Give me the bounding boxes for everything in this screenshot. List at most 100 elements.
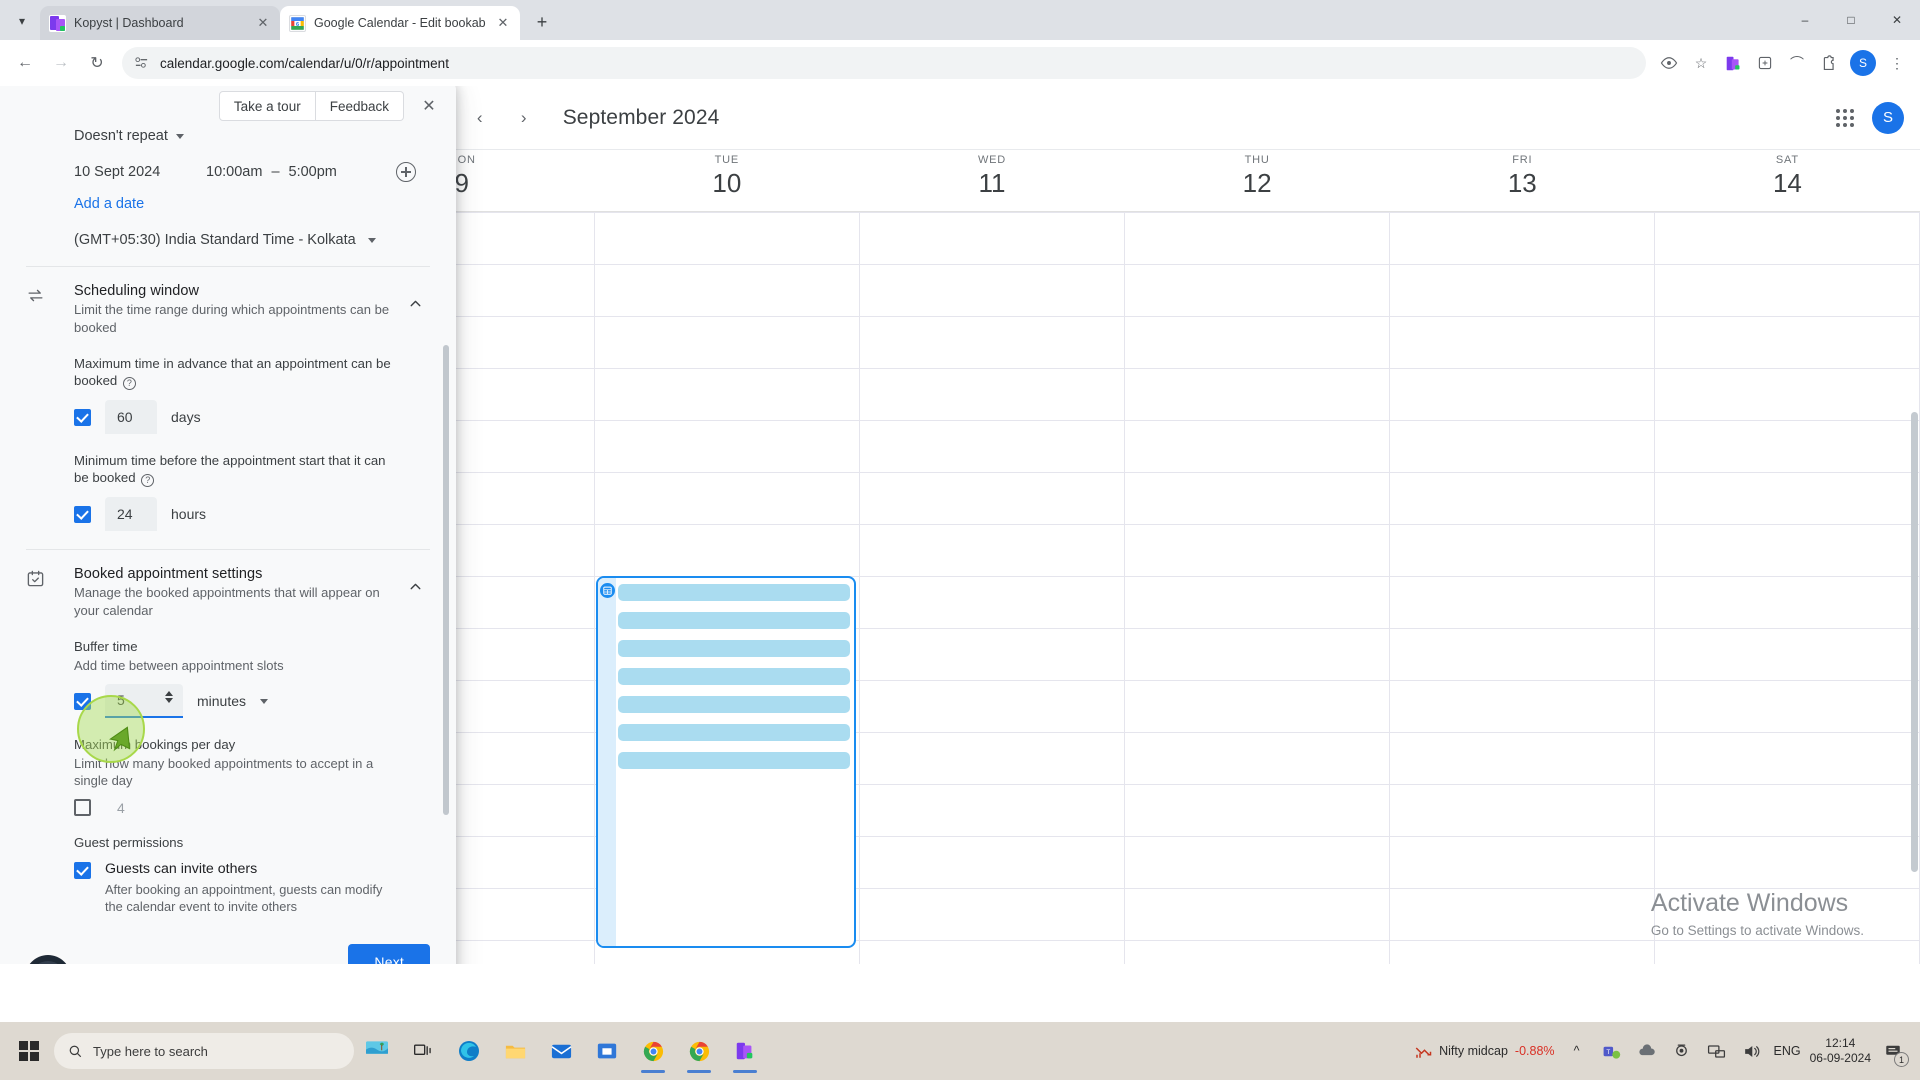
stepper-arrows-icon[interactable] <box>165 691 173 703</box>
dialog-scrollbar[interactable] <box>443 345 449 815</box>
calendar-cell[interactable] <box>1655 629 1920 680</box>
taskbar-file-explorer-icon[interactable] <box>492 1028 538 1074</box>
max-advance-input[interactable]: 60 <box>105 400 157 434</box>
calendar-cell[interactable] <box>860 213 1125 264</box>
add-a-date-link[interactable]: Add a date <box>74 196 430 212</box>
help-icon[interactable]: ? <box>141 474 155 487</box>
task-view-icon[interactable] <box>400 1028 446 1074</box>
max-advance-checkbox[interactable] <box>74 408 91 426</box>
extension-secondary-icon[interactable] <box>1750 48 1780 78</box>
network-icon[interactable] <box>1704 1038 1730 1064</box>
teams-icon[interactable]: T <box>1599 1038 1625 1064</box>
address-bar[interactable]: calendar.google.com/calendar/u/0/r/appoi… <box>122 47 1646 79</box>
recurrence-selector[interactable]: Doesn't repeat <box>74 130 430 146</box>
appointment-date[interactable]: 10 Sept 2024 <box>74 164 206 180</box>
calendar-cell[interactable] <box>860 473 1125 524</box>
calendar-cell[interactable] <box>1655 837 1920 888</box>
appointment-slot[interactable] <box>618 724 851 741</box>
start-time[interactable]: 10:00am <box>206 164 262 180</box>
day-header-thu[interactable]: THU 12 <box>1125 150 1390 211</box>
calendar-cell[interactable] <box>860 265 1125 316</box>
calendar-cell[interactable] <box>1125 473 1390 524</box>
taskbar-mail-icon[interactable] <box>538 1028 584 1074</box>
calendar-cell[interactable] <box>1125 317 1390 368</box>
next-button[interactable]: Next <box>348 944 430 964</box>
calendar-cell[interactable] <box>1655 265 1920 316</box>
feedback-button[interactable]: Feedback <box>315 91 404 121</box>
extensions-puzzle-icon[interactable] <box>1814 48 1844 78</box>
calendar-cell[interactable] <box>1390 265 1655 316</box>
take-a-tour-button[interactable]: Take a tour <box>218 91 316 121</box>
tab-close-icon[interactable]: ✕ <box>495 15 511 31</box>
webcam-icon[interactable] <box>1669 1038 1695 1064</box>
calendar-cell[interactable] <box>1390 369 1655 420</box>
max-bookings-checkbox[interactable] <box>74 799 91 816</box>
next-period-icon[interactable]: › <box>507 101 541 135</box>
taskbar-chrome-second-icon[interactable] <box>676 1028 722 1074</box>
calendar-cell[interactable] <box>595 265 860 316</box>
calendar-cell[interactable] <box>860 369 1125 420</box>
calendar-cell[interactable] <box>1390 733 1655 784</box>
appointment-slot[interactable] <box>618 640 851 657</box>
calendar-cell[interactable] <box>1125 369 1390 420</box>
calendar-cell[interactable] <box>1390 941 1655 964</box>
appointment-schedule-block[interactable] <box>596 576 857 948</box>
calendar-cell[interactable] <box>1655 733 1920 784</box>
calendar-cell[interactable] <box>860 525 1125 576</box>
calendar-cell[interactable] <box>860 785 1125 836</box>
taskbar-chrome-icon[interactable] <box>630 1028 676 1074</box>
chrome-menu-icon[interactable]: ⋮ <box>1882 48 1912 78</box>
calendar-cell[interactable] <box>860 421 1125 472</box>
calendar-cell[interactable] <box>1390 629 1655 680</box>
day-number[interactable]: 13 <box>1390 167 1655 199</box>
history-arc-icon[interactable]: ⌒ <box>1782 48 1812 78</box>
close-dialog-icon[interactable]: ✕ <box>416 93 442 119</box>
calendar-cell[interactable] <box>595 421 860 472</box>
taskbar-edge-icon[interactable] <box>446 1028 492 1074</box>
maximize-button[interactable]: □ <box>1828 0 1874 40</box>
calendar-cell[interactable] <box>1125 733 1390 784</box>
tab-kopyst-dashboard[interactable]: Kopyst | Dashboard ✕ <box>40 6 280 40</box>
end-time[interactable]: 5:00pm <box>289 164 337 180</box>
calendar-cell[interactable] <box>1125 525 1390 576</box>
min-notice-input[interactable]: 24 <box>105 497 157 531</box>
appointment-slot[interactable] <box>618 668 851 685</box>
collapse-booked-settings-icon[interactable] <box>400 566 430 915</box>
calendar-cell[interactable] <box>1655 681 1920 732</box>
calendar-cell[interactable] <box>1390 837 1655 888</box>
day-number[interactable]: 11 <box>859 167 1124 199</box>
onedrive-cloud-icon[interactable] <box>1634 1038 1660 1064</box>
taskbar-kopyst-icon[interactable] <box>722 1028 768 1074</box>
calendar-cell[interactable] <box>1655 213 1920 264</box>
tab-search-chevron-icon[interactable]: ▾ <box>8 7 36 35</box>
close-window-button[interactable]: ✕ <box>1874 0 1920 40</box>
calendar-cell[interactable] <box>1655 785 1920 836</box>
calendar-cell[interactable] <box>860 317 1125 368</box>
calendar-cell[interactable] <box>1390 473 1655 524</box>
calendar-cell[interactable] <box>1125 629 1390 680</box>
calendar-cell[interactable] <box>1655 421 1920 472</box>
google-apps-icon[interactable] <box>1832 105 1858 131</box>
add-time-icon[interactable] <box>396 162 416 182</box>
calendar-cell[interactable] <box>860 837 1125 888</box>
account-avatar[interactable]: S <box>1872 101 1904 134</box>
view-site-information-icon[interactable] <box>1654 48 1684 78</box>
calendar-cell[interactable] <box>595 317 860 368</box>
calendar-cell[interactable] <box>1390 681 1655 732</box>
tab-google-calendar[interactable]: 6 Google Calendar - Edit bookab ✕ <box>280 6 520 40</box>
chevron-down-icon[interactable] <box>260 698 269 704</box>
collapse-scheduling-window-icon[interactable] <box>400 283 430 531</box>
calendar-cell[interactable] <box>1125 421 1390 472</box>
calendar-cell[interactable] <box>1390 577 1655 628</box>
calendar-cell[interactable] <box>595 213 860 264</box>
calendar-cell[interactable] <box>1655 525 1920 576</box>
calendar-cell[interactable] <box>1390 317 1655 368</box>
reload-icon[interactable]: ↻ <box>80 46 114 80</box>
calendar-cell[interactable] <box>860 733 1125 784</box>
volume-icon[interactable] <box>1739 1038 1765 1064</box>
calendar-cell[interactable] <box>1125 785 1390 836</box>
min-notice-checkbox[interactable] <box>74 505 91 523</box>
calendar-cell[interactable] <box>1125 265 1390 316</box>
calendar-cell[interactable] <box>1390 889 1655 940</box>
calendar-cell[interactable] <box>595 369 860 420</box>
